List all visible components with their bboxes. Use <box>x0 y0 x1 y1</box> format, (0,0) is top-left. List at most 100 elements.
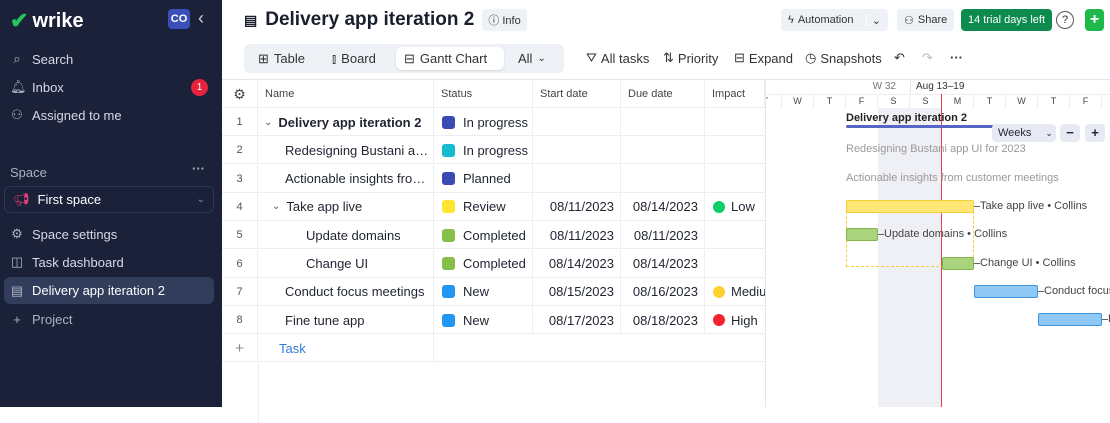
status-cell[interactable]: Completed <box>434 221 533 250</box>
task-name[interactable]: Delivery app iteration 2 <box>278 115 421 130</box>
add-task-link[interactable]: Task <box>258 334 434 363</box>
expand-button[interactable]: ⊟ Expand <box>734 50 793 66</box>
gantt-bar[interactable] <box>846 228 878 242</box>
avatar[interactable]: CO <box>168 9 190 29</box>
task-name[interactable]: Fine tune app <box>285 313 365 328</box>
settings-gear-icon[interactable]: ⚙ <box>222 80 258 108</box>
task-name-cell[interactable]: Change UI <box>258 249 434 278</box>
chevron-down-icon[interactable]: ⌄ <box>264 117 272 128</box>
task-name[interactable]: Redesigning Bustani app UI for 2023 <box>285 143 433 158</box>
start-date[interactable]: 08/15/2023 <box>533 277 621 306</box>
status-cell[interactable]: New <box>434 277 533 306</box>
due-date[interactable] <box>621 108 705 136</box>
table-row[interactable]: 1 ⌄ Delivery app iteration 2 In progress <box>222 108 765 136</box>
task-name-cell[interactable]: Update domains <box>258 221 434 250</box>
nav-inbox[interactable]: 🔔︎ Inbox 1 <box>10 74 214 100</box>
sidebar-item-task-dashboard[interactable]: ◫ Task dashboard <box>10 249 214 275</box>
column-header-1[interactable]: Status <box>434 80 533 108</box>
due-date[interactable] <box>621 164 705 193</box>
zoom-in-button[interactable]: + <box>1085 124 1105 142</box>
gantt-bar[interactable] <box>942 256 974 270</box>
nav-search[interactable]: ⌕ Search <box>10 46 214 72</box>
task-name-cell[interactable]: Actionable insights from customer meetin… <box>258 164 434 193</box>
task-name-cell[interactable]: Redesigning Bustani app UI for 2023 <box>258 136 434 165</box>
task-name[interactable]: Take app live <box>286 199 362 214</box>
table-row[interactable]: 8 Fine tune app New 08/17/2023 08/18/2023 Hig… <box>222 306 765 335</box>
tab-table[interactable]: ⊞ Table <box>250 47 313 70</box>
task-name[interactable]: Actionable insights from customer meetin… <box>285 171 433 186</box>
due-date[interactable] <box>621 136 705 165</box>
page-title[interactable]: Delivery app iteration 2 <box>265 9 474 31</box>
column-header-4[interactable]: Impact <box>705 80 765 108</box>
status-cell[interactable]: In progress <box>434 136 533 165</box>
due-date[interactable]: 08/18/2023 <box>621 306 705 335</box>
start-date[interactable]: 08/17/2023 <box>533 306 621 335</box>
status-cell[interactable]: In progress <box>434 108 533 136</box>
table-row[interactable]: 7 Conduct focus meetings New 08/15/2023 08/1… <box>222 277 765 306</box>
chevron-down-icon[interactable]: ⌄ <box>272 201 280 212</box>
plus-icon[interactable]: + <box>222 334 258 363</box>
task-name-cell[interactable]: Conduct focus meetings <box>258 277 434 306</box>
start-date[interactable]: 08/14/2023 <box>533 249 621 278</box>
trial-button[interactable]: 14 trial days left <box>961 9 1053 31</box>
due-date[interactable]: 08/14/2023 <box>621 192 705 221</box>
info-button[interactable]: ⓘ Info <box>482 9 527 31</box>
due-date[interactable]: 08/11/2023 <box>621 221 705 250</box>
chevron-down-icon[interactable]: ⌄ <box>865 13 881 27</box>
impact-cell[interactable]: High <box>705 306 765 334</box>
redo-icon[interactable]: ↷ <box>922 50 933 66</box>
task-name[interactable]: Change UI <box>306 256 368 271</box>
impact-cell[interactable] <box>705 136 765 164</box>
impact-cell[interactable] <box>705 221 765 249</box>
status-cell[interactable]: Planned <box>434 164 533 193</box>
start-date[interactable] <box>533 136 621 165</box>
task-name-cell[interactable]: ⌄ Delivery app iteration 2 <box>258 108 434 136</box>
wrike-logo[interactable]: ✔ wrike <box>10 8 84 34</box>
status-cell[interactable]: Review <box>434 192 533 221</box>
start-date[interactable]: 08/11/2023 <box>533 192 621 221</box>
task-name-cell[interactable]: Fine tune app <box>258 306 434 335</box>
impact-cell[interactable] <box>705 250 765 278</box>
status-cell[interactable]: New <box>434 306 533 335</box>
nav-assigned[interactable]: ⚇ Assigned to me <box>10 102 214 128</box>
table-row[interactable]: 6 Change UI Completed 08/14/2023 08/14/2023 <box>222 249 765 278</box>
sidebar-item-space-settings[interactable]: ⚙ Space settings <box>10 221 214 247</box>
task-name[interactable]: Conduct focus meetings <box>285 284 424 299</box>
gantt-bar[interactable] <box>846 199 974 213</box>
start-date[interactable] <box>533 108 621 136</box>
impact-cell[interactable]: Medium <box>705 278 765 306</box>
space-selector[interactable]: 📢︎ First space ⌄ <box>4 186 214 213</box>
column-header-0[interactable]: Name <box>258 80 434 108</box>
collapse-sidebar-icon[interactable]: ‹ <box>198 8 204 29</box>
priority-sort[interactable]: ⇅ Priority <box>663 50 718 66</box>
gantt-bar[interactable] <box>1038 313 1102 327</box>
column-header-2[interactable]: Start date <box>533 80 621 108</box>
column-header-3[interactable]: Due date <box>621 80 705 108</box>
table-row[interactable]: 3 Actionable insights from customer meeti… <box>222 164 765 193</box>
undo-icon[interactable]: ↶ <box>894 50 905 66</box>
all-views-dropdown[interactable]: All ⌄ <box>510 47 554 70</box>
automation-button[interactable]: ϟ Automation ⌄ <box>781 9 888 31</box>
sidebar-item-delivery-app[interactable]: ▤ Delivery app iteration 2 <box>4 277 214 304</box>
scale-dropdown[interactable]: Weeks ⌄ <box>992 124 1056 142</box>
due-date[interactable]: 08/14/2023 <box>621 249 705 278</box>
zoom-out-button[interactable]: − <box>1060 124 1080 142</box>
task-name[interactable]: Update domains <box>306 228 401 243</box>
due-date[interactable]: 08/16/2023 <box>621 277 705 306</box>
snapshots-button[interactable]: ◷ Snapshots <box>805 50 882 66</box>
help-icon[interactable]: ? <box>1056 11 1074 29</box>
start-date[interactable]: 08/11/2023 <box>533 221 621 250</box>
more-icon[interactable]: ··· <box>950 50 963 65</box>
more-icon[interactable]: ··· <box>192 161 205 176</box>
add-button[interactable]: + <box>1085 9 1104 31</box>
impact-cell[interactable]: Low <box>705 193 765 221</box>
table-row[interactable]: 2 Redesigning Bustani app UI for 2023 In p… <box>222 136 765 165</box>
impact-cell[interactable] <box>705 165 765 193</box>
impact-cell[interactable] <box>705 108 765 136</box>
all-tasks-filter[interactable]: ⛛ All tasks <box>586 50 649 66</box>
tab-gantt-chart[interactable]: ⊟ Gantt Chart <box>396 47 504 70</box>
status-cell[interactable]: Completed <box>434 249 533 278</box>
share-button[interactable]: ⚇ Share <box>897 9 955 31</box>
task-name-cell[interactable]: ⌄ Take app live <box>258 192 434 221</box>
table-row[interactable]: 5 Update domains Completed 08/11/2023 08/11/… <box>222 221 765 250</box>
